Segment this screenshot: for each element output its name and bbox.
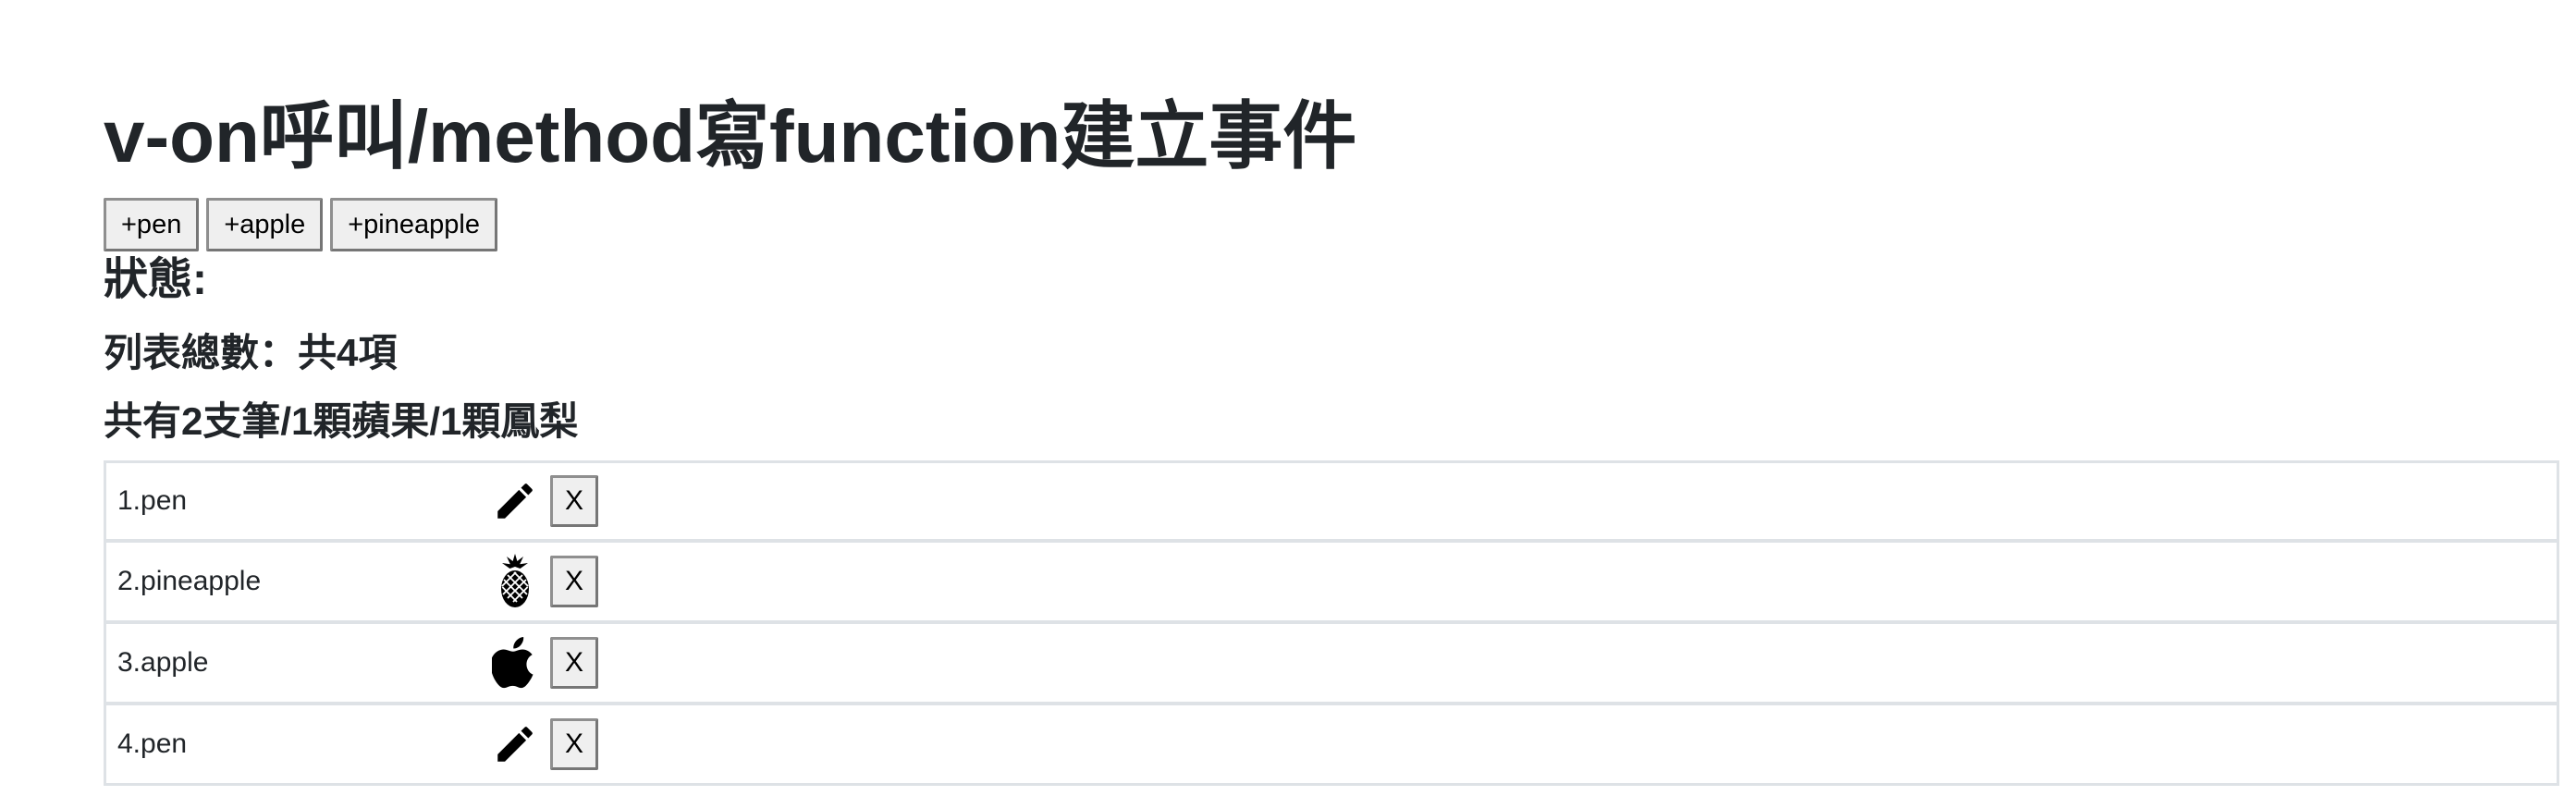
list-total-text: 列表總數：共4項 — [104, 331, 398, 374]
remove-item-button[interactable]: X — [550, 637, 598, 689]
add-apple-button[interactable]: +apple — [206, 198, 324, 251]
list-item: 3.apple X — [104, 623, 2559, 704]
status-heading: 狀態: — [104, 255, 207, 304]
list-item: 2.pineapple X — [104, 542, 2559, 623]
item-list: 1.pen X 2.pineapple X 3.apple X 4.pen X — [104, 460, 2559, 786]
item-counts-text: 共有2支筆/1顆蘋果/1顆鳳梨 — [104, 399, 579, 443]
item-label: 4.pen — [117, 728, 188, 759]
list-item: 1.pen X — [104, 460, 2559, 542]
add-pen-button[interactable]: +pen — [104, 198, 200, 251]
item-label: 1.pen — [117, 485, 188, 516]
remove-item-button[interactable]: X — [550, 718, 598, 770]
list-item: 4.pen X — [104, 704, 2559, 786]
remove-item-button[interactable]: X — [550, 556, 598, 607]
page: v-on呼叫/method寫function建立事件 +pen +apple +… — [0, 0, 2576, 808]
pineapple-icon — [489, 554, 541, 607]
item-label: 3.apple — [117, 647, 209, 678]
remove-item-button[interactable]: X — [550, 475, 598, 527]
apple-icon — [489, 637, 541, 689]
pencil-icon — [489, 718, 541, 770]
item-label: 2.pineapple — [117, 566, 262, 596]
add-pineapple-button[interactable]: +pineapple — [330, 198, 497, 251]
pencil-icon — [489, 475, 541, 527]
page-title: v-on呼叫/method寫function建立事件 — [104, 95, 1357, 178]
add-button-row: +pen +apple +pineapple — [104, 198, 497, 251]
